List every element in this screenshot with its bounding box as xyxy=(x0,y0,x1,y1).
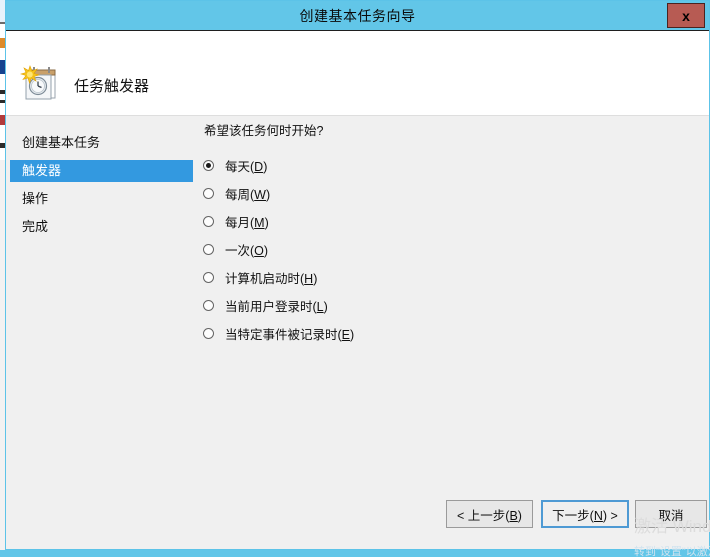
radio-one-time[interactable]: 一次(O) xyxy=(203,239,268,259)
radio-label: 每月(M) xyxy=(225,215,269,230)
create-basic-task-wizard-window: 创建基本任务向导 x 任务触发器 创建基本任务 触发器 操作 完成 希望该任务何… xyxy=(5,0,710,550)
radio-label: 计算机启动时(H) xyxy=(225,271,318,286)
sidebar-item-create-basic-task[interactable]: 创建基本任务 xyxy=(10,132,193,154)
radio-at-startup[interactable]: 计算机启动时(H) xyxy=(203,267,317,287)
radio-label: 每天(D) xyxy=(225,159,268,174)
wizard-body: 创建基本任务 触发器 操作 完成 希望该任务何时开始? 每天(D) 每周(W) … xyxy=(6,116,709,486)
accelerator-key: O xyxy=(254,243,264,258)
radio-indicator xyxy=(203,299,214,311)
window-title: 创建基本任务向导 xyxy=(299,8,416,24)
cancel-button-label: 取消 xyxy=(658,508,684,523)
radio-label: 当前用户登录时(L) xyxy=(225,299,328,314)
radio-weekly[interactable]: 每周(W) xyxy=(203,183,270,203)
next-button[interactable]: 下一步(N) > xyxy=(541,500,629,528)
accelerator-key: M xyxy=(254,215,265,230)
page-title: 任务触发器 xyxy=(74,78,150,95)
radio-indicator xyxy=(203,327,214,339)
accelerator-key: L xyxy=(316,299,324,314)
accelerator-key: H xyxy=(304,271,314,286)
sidebar-item-label: 操作 xyxy=(22,191,49,206)
sidebar-item-label: 完成 xyxy=(22,219,49,234)
cancel-button[interactable]: 取消 xyxy=(635,500,707,528)
radio-at-logon[interactable]: 当前用户登录时(L) xyxy=(203,295,328,315)
next-button-label: 下一步(N) > xyxy=(552,508,618,523)
accelerator-key: N xyxy=(593,508,603,523)
sidebar-item-finish[interactable]: 完成 xyxy=(10,216,193,238)
radio-indicator xyxy=(203,159,214,171)
close-icon[interactable]: x xyxy=(667,3,705,28)
radio-monthly[interactable]: 每月(M) xyxy=(203,211,269,231)
accelerator-key: B xyxy=(509,508,518,523)
radio-label: 一次(O) xyxy=(225,243,269,258)
radio-label: 每周(W) xyxy=(225,187,271,202)
radio-on-event[interactable]: 当特定事件被记录时(E) xyxy=(203,323,354,343)
accelerator-key: E xyxy=(341,327,351,342)
radio-indicator xyxy=(203,215,214,227)
desktop-background-strip xyxy=(0,550,710,557)
sidebar-item-label: 触发器 xyxy=(22,163,62,178)
radio-indicator xyxy=(203,187,214,199)
accelerator-key: D xyxy=(254,159,264,174)
wizard-header: 任务触发器 xyxy=(6,31,709,116)
sidebar-item-trigger[interactable]: 触发器 xyxy=(10,160,193,182)
trigger-options-pane: 希望该任务何时开始? 每天(D) 每周(W) 每月(M) 一次(O) 计算机启动… xyxy=(201,116,706,486)
radio-indicator xyxy=(203,271,214,283)
title-bar: 创建基本任务向导 x xyxy=(6,1,709,31)
sidebar-item-action[interactable]: 操作 xyxy=(10,188,193,210)
sidebar-item-label: 创建基本任务 xyxy=(22,135,101,150)
wizard-footer: < 上一步(B) 下一步(N) > 取消 xyxy=(6,486,709,549)
back-button[interactable]: < 上一步(B) xyxy=(446,500,533,528)
trigger-question-label: 希望该任务何时开始? xyxy=(204,124,324,138)
task-scheduler-clock-calendar-icon xyxy=(19,63,62,103)
radio-indicator xyxy=(203,243,214,255)
radio-daily[interactable]: 每天(D) xyxy=(203,155,267,175)
back-button-label: < 上一步(B) xyxy=(457,508,522,523)
accelerator-key: W xyxy=(254,187,266,202)
wizard-steps-sidebar: 创建基本任务 触发器 操作 完成 xyxy=(6,116,196,486)
radio-label: 当特定事件被记录时(E) xyxy=(225,327,355,342)
